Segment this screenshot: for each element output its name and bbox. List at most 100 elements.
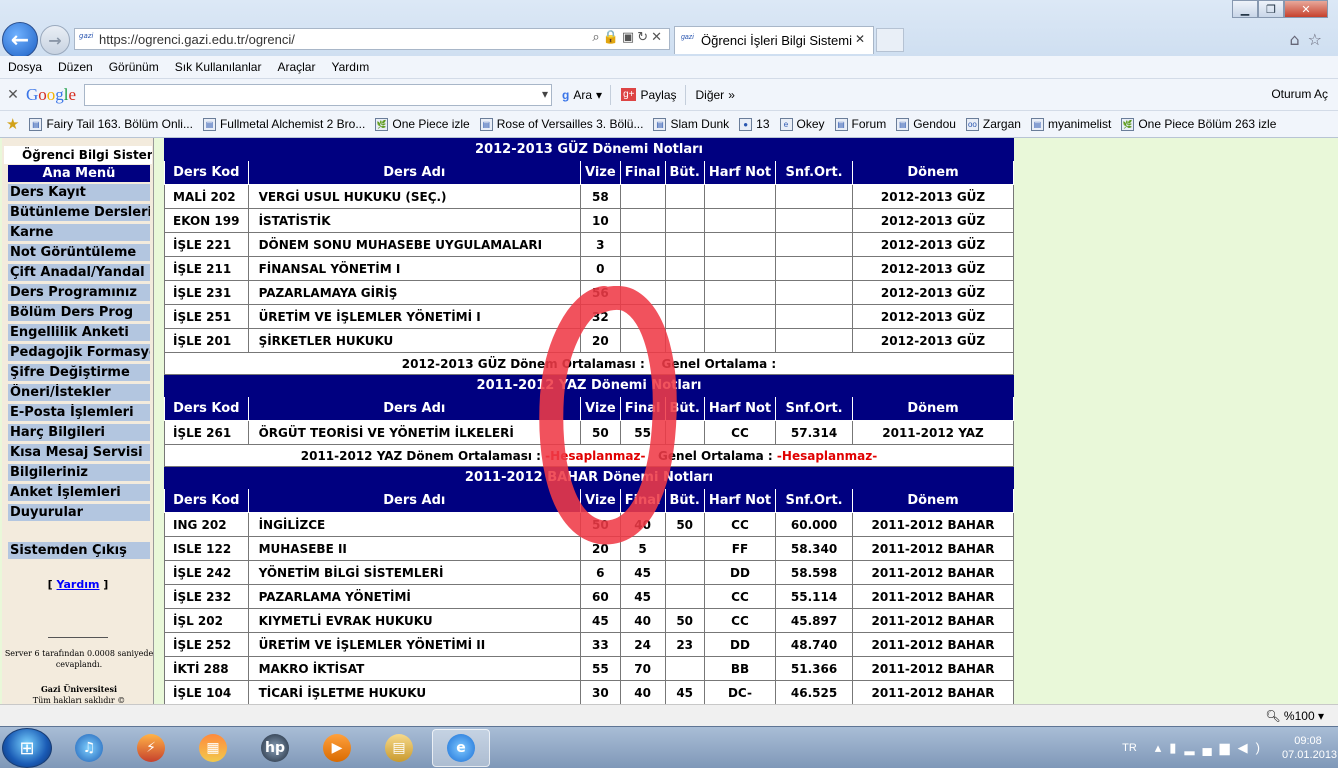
- cell-course-code: İŞLE 232: [164, 584, 249, 609]
- taskbar-app-paint[interactable]: ▦: [184, 729, 242, 767]
- google-search-input[interactable]: [84, 83, 552, 106]
- sidebar: Öğrenci Bilgi Sistemi Ana Menü Ders Kayı…: [2, 138, 154, 704]
- cell-course-name: PAZARLAMA YÖNETİMİ: [247, 584, 582, 609]
- taskbar-app-itunes[interactable]: ♫: [60, 729, 118, 767]
- menu-edit[interactable]: Düzen: [50, 60, 101, 74]
- semester-title: 2012-2013 GÜZ Dönemi Notları: [164, 138, 1014, 161]
- arrow-left-icon: ←: [10, 27, 30, 53]
- favorite-item[interactable]: ▤ Fullmetal Alchemist 2 Bro...: [202, 117, 365, 131]
- minimize-icon[interactable]: ▁: [1232, 0, 1258, 18]
- semester-average-label: 2011-2012 YAZ Dönem Ortalaması :: [300, 448, 541, 463]
- new-tab-button[interactable]: [876, 28, 904, 52]
- share-button[interactable]: g+ Paylaş: [621, 88, 677, 102]
- favorite-item[interactable]: e Okey: [779, 117, 825, 131]
- sidebar-item-14[interactable]: Bilgileriniz: [8, 464, 150, 481]
- start-button[interactable]: ⊞: [2, 728, 52, 768]
- taskbar-app-hp[interactable]: hp: [246, 729, 304, 767]
- favorite-item[interactable]: ▤ Rose of Versailles 3. Bölü...: [479, 117, 643, 131]
- sidebar-item-5[interactable]: Ders Programınız: [8, 284, 150, 301]
- server-info: Server 6 tarafından 0.0008 saniyede ceva…: [4, 649, 154, 669]
- tab-ogrenci[interactable]: gazi Öğrenci İşleri Bilgi Sistemi ✕: [674, 26, 874, 54]
- cell-final: 40: [619, 680, 666, 704]
- favorite-item[interactable]: oo Zargan: [965, 117, 1021, 131]
- menu-file[interactable]: Dosya: [0, 60, 50, 74]
- favorite-item[interactable]: ▤ myanimelist: [1030, 117, 1111, 131]
- sidebar-item-9[interactable]: Şifre Değiştirme: [8, 364, 150, 381]
- favorite-item[interactable]: ▤ Gendou: [896, 117, 956, 131]
- toolbar-right-icons: ⌂☆: [1290, 30, 1331, 49]
- sidebar-item-2[interactable]: Karne: [8, 224, 150, 241]
- menu-view[interactable]: Görünüm: [101, 60, 167, 74]
- taskbar-app-winamp[interactable]: ⚡: [122, 729, 180, 767]
- cell-makeup: [664, 656, 705, 681]
- favorite-item[interactable]: 🌿 One Piece Bölüm 263 izle: [1121, 117, 1276, 131]
- favorite-label: Fairy Tail 163. Bölüm Onli...: [46, 117, 193, 131]
- cell-final: [619, 256, 666, 281]
- separator: [610, 84, 612, 105]
- table-row: İŞLE 232 PAZARLAMA YÖNETİMİ 60 45 CC 55.114 20…: [164, 584, 1014, 609]
- cell-letter-grade: [703, 304, 777, 329]
- favorite-item[interactable]: ● 13: [739, 117, 770, 131]
- cell-term: 2011-2012 BAHAR: [852, 560, 1014, 585]
- sidebar-item-13[interactable]: Kısa Mesaj Servisi: [8, 444, 150, 461]
- menu-favorites[interactable]: Sık Kullanılanlar: [167, 60, 270, 74]
- sidebar-item-12[interactable]: Harç Bilgileri: [8, 424, 150, 441]
- sidebar-item-6[interactable]: Bölüm Ders Prog: [8, 304, 150, 321]
- favorite-item[interactable]: 🌿 One Piece izle: [375, 117, 470, 131]
- sidebar-item-8[interactable]: Pedagojik Formasyon: [8, 344, 150, 361]
- star-icon[interactable]: ☆: [1308, 30, 1330, 49]
- zoom-control[interactable]: 🔍︎ %100 ▾: [1265, 709, 1324, 723]
- address-url[interactable]: https://ogrenci.gazi.edu.tr/ogrenci/: [99, 32, 295, 47]
- google-search-button[interactable]: g Ara ▾: [562, 88, 602, 102]
- favorite-item[interactable]: ▤ Forum: [834, 117, 886, 131]
- sidebar-item-16[interactable]: Duyurular: [8, 504, 150, 521]
- cell-letter-grade: [703, 184, 777, 209]
- add-favorite-icon[interactable]: ★: [6, 115, 19, 133]
- semester-average-label: 2012-2013 GÜZ Dönem Ortalaması :: [401, 356, 645, 371]
- close-toolbar-icon[interactable]: ✕: [0, 86, 26, 103]
- sidebar-item-4[interactable]: Çift Anadal/Yandal: [8, 264, 150, 281]
- home-icon[interactable]: ⌂: [1290, 30, 1308, 49]
- favorites-bar: ★ ▤ Fairy Tail 163. Bölüm Onli... ▤ Fullmet…: [0, 110, 1338, 138]
- cell-term: 2012-2013 GÜZ: [852, 256, 1014, 281]
- clock[interactable]: 09:08 07.01.2013: [1282, 734, 1337, 762]
- more-button[interactable]: Diğer»: [696, 88, 735, 102]
- table-row: ISLE 122 MUHASEBE II 20 5 FF 58.340 2011-2012 …: [164, 536, 1014, 561]
- cell-final: 55: [619, 420, 666, 445]
- cell-letter-grade: [703, 280, 777, 305]
- logout-link[interactable]: Sistemden Çıkış: [8, 542, 150, 559]
- taskbar-app-explorer[interactable]: ▤: [370, 729, 428, 767]
- cell-makeup: 50: [664, 512, 705, 537]
- separator: [684, 84, 686, 105]
- tray-icons[interactable]: ▴▮▂▄▆◀): [1155, 740, 1268, 756]
- cell-midterm: 55: [580, 656, 621, 681]
- close-icon[interactable]: ✕: [1284, 0, 1328, 18]
- tab-close-icon[interactable]: ✕: [855, 32, 865, 46]
- cell-letter-grade: [703, 208, 777, 233]
- sidebar-item-7[interactable]: Engellilik Anketi: [8, 324, 150, 341]
- taskbar-app-ie[interactable]: e: [432, 729, 490, 767]
- taskbar-app-media[interactable]: ▶: [308, 729, 366, 767]
- back-button[interactable]: ←: [2, 22, 38, 58]
- sidebar-item-10[interactable]: Öneri/İstekler: [8, 384, 150, 401]
- language-indicator[interactable]: TR: [1122, 742, 1137, 754]
- address-actions[interactable]: ⌕🔒▣↻✕: [592, 30, 665, 45]
- sidebar-item-11[interactable]: E-Posta İşlemleri: [8, 404, 150, 421]
- favorite-item[interactable]: ▤ Slam Dunk: [653, 117, 729, 131]
- column-header-final: Final: [619, 160, 666, 185]
- sidebar-item-0[interactable]: Ders Kayıt: [8, 184, 150, 201]
- column-header-letter-grade: Harf Not: [703, 488, 777, 513]
- favorite-item[interactable]: ▤ Fairy Tail 163. Bölüm Onli...: [29, 117, 193, 131]
- cell-letter-grade: CC: [703, 608, 777, 633]
- forward-button[interactable]: →: [40, 25, 70, 55]
- cell-class-average: 45.897: [775, 608, 853, 633]
- sidebar-item-1[interactable]: Bütünleme Dersleri: [8, 204, 150, 221]
- restore-icon[interactable]: ❐: [1258, 0, 1284, 18]
- signin-button[interactable]: Oturum Aç: [1271, 87, 1328, 101]
- address-bar[interactable]: gazi https://ogrenci.gazi.edu.tr/ogrenci…: [74, 28, 670, 50]
- menu-help[interactable]: Yardım: [323, 60, 377, 74]
- menu-tools[interactable]: Araçlar: [269, 60, 323, 74]
- sidebar-item-15[interactable]: Anket İşlemleri: [8, 484, 150, 501]
- help-link[interactable]: Yardım: [57, 578, 100, 591]
- sidebar-item-3[interactable]: Not Görüntüleme: [8, 244, 150, 261]
